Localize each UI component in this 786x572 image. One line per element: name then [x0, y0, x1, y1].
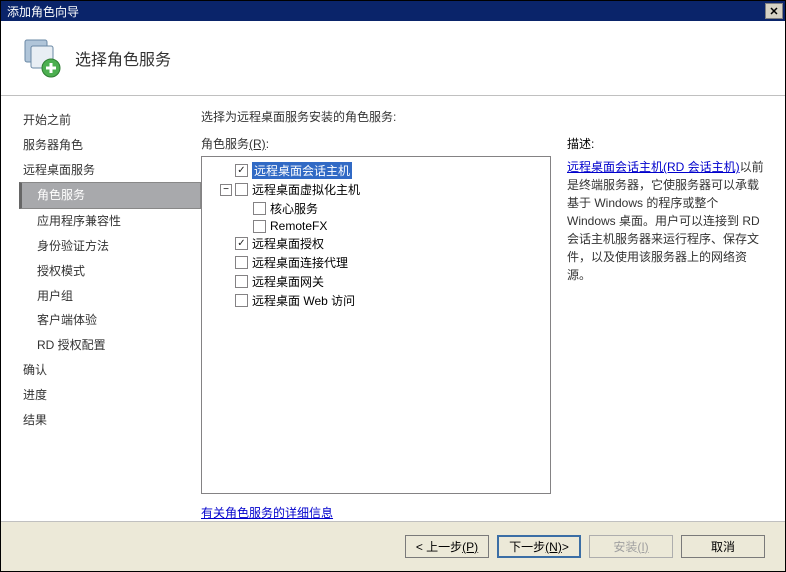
more-info-link-container: 有关角色服务的详细信息 — [201, 504, 551, 521]
titlebar: 添加角色向导 ✕ — [1, 1, 785, 21]
sidebar-item[interactable]: 用户组 — [19, 284, 201, 309]
sidebar-item[interactable]: 客户端体验 — [19, 308, 201, 333]
tree-row[interactable]: RemoteFX — [204, 218, 548, 234]
description-label: 描述: — [567, 135, 767, 152]
close-icon: ✕ — [769, 5, 778, 18]
previous-button[interactable]: < 上一步(P) — [405, 535, 489, 558]
tree-item-label: 远程桌面网关 — [252, 273, 324, 290]
wizard-icon — [19, 36, 63, 80]
sidebar: 开始之前服务器角色远程桌面服务角色服务应用程序兼容性身份验证方法授权模式用户组客… — [1, 96, 201, 521]
body: 开始之前服务器角色远程桌面服务角色服务应用程序兼容性身份验证方法授权模式用户组客… — [1, 96, 785, 521]
tree-checkbox[interactable] — [253, 202, 266, 215]
tree-row[interactable]: 远程桌面 Web 访问 — [204, 291, 548, 310]
tree-item-label: 远程桌面会话主机 — [252, 162, 352, 179]
description-link[interactable]: 远程桌面会话主机(RD 会话主机) — [567, 160, 740, 174]
tree-checkbox[interactable]: ✓ — [235, 164, 248, 177]
tree-row[interactable]: ✓ 远程桌面授权 — [204, 234, 548, 253]
page-title: 选择角色服务 — [75, 46, 171, 70]
tree-item-label: 远程桌面虚拟化主机 — [252, 181, 360, 198]
instruction-text: 选择为远程桌面服务安装的角色服务: — [201, 108, 767, 125]
sidebar-item[interactable]: 身份验证方法 — [19, 234, 201, 259]
tree-row[interactable]: 远程桌面连接代理 — [204, 253, 548, 272]
tree-row[interactable]: 远程桌面网关 — [204, 272, 548, 291]
next-button[interactable]: 下一步(N) > — [497, 535, 581, 558]
sidebar-item[interactable]: 角色服务 — [19, 182, 201, 209]
sidebar-item[interactable]: 确认 — [19, 358, 201, 383]
sidebar-item[interactable]: 开始之前 — [19, 108, 201, 133]
tree-row[interactable]: ✓ 远程桌面会话主机 — [204, 161, 548, 180]
wizard-window: 添加角色向导 ✕ 选择角色服务 开始之前服务器角色远程桌面服务角色服务应用程序兼… — [0, 0, 786, 572]
tree-checkbox[interactable] — [235, 256, 248, 269]
tree-toggle-icon[interactable]: − — [220, 184, 232, 196]
sidebar-item[interactable]: 授权模式 — [19, 259, 201, 284]
tree-item-label: 远程桌面授权 — [252, 235, 324, 252]
footer: < 上一步(P) 下一步(N) > 安装(I) 取消 — [1, 521, 785, 571]
tree-item-label: 远程桌面 Web 访问 — [252, 292, 355, 309]
tree-checkbox[interactable] — [235, 275, 248, 288]
tree-checkbox[interactable] — [253, 220, 266, 233]
tree-checkbox[interactable]: ✓ — [235, 237, 248, 250]
tree-checkbox[interactable] — [235, 183, 248, 196]
roles-column: 角色服务(R): ✓ 远程桌面会话主机 − 远程桌面虚拟化主机核心服务 RemoteFX… — [201, 135, 551, 521]
description-body: 以前是终端服务器，它使服务器可以承载基于 Windows 的程序或整个 Wind… — [567, 160, 764, 282]
tree-checkbox[interactable] — [235, 294, 248, 307]
window-title: 添加角色向导 — [7, 3, 765, 20]
roles-label: 角色服务(R): — [201, 135, 551, 152]
sidebar-item[interactable]: 远程桌面服务 — [19, 158, 201, 183]
tree-row[interactable]: − 远程桌面虚拟化主机 — [204, 180, 548, 199]
main-panel: 选择为远程桌面服务安装的角色服务: 角色服务(R): ✓ 远程桌面会话主机 − 远程桌… — [201, 96, 785, 521]
description-text: 远程桌面会话主机(RD 会话主机)以前是终端服务器，它使服务器可以承载基于 Wi… — [567, 158, 767, 284]
header: 选择角色服务 — [1, 21, 785, 96]
sidebar-item[interactable]: 结果 — [19, 408, 201, 433]
sidebar-item[interactable]: RD 授权配置 — [19, 333, 201, 358]
more-info-link[interactable]: 有关角色服务的详细信息 — [201, 506, 333, 520]
install-button: 安装(I) — [589, 535, 673, 558]
sidebar-item[interactable]: 进度 — [19, 383, 201, 408]
sidebar-item[interactable]: 服务器角色 — [19, 133, 201, 158]
sidebar-item[interactable]: 应用程序兼容性 — [19, 209, 201, 234]
tree-item-label: 核心服务 — [270, 200, 318, 217]
roles-tree[interactable]: ✓远程桌面会话主机−远程桌面虚拟化主机核心服务RemoteFX✓远程桌面授权远程… — [201, 156, 551, 494]
description-column: 描述: 远程桌面会话主机(RD 会话主机)以前是终端服务器，它使服务器可以承载基… — [567, 135, 767, 521]
tree-item-label: 远程桌面连接代理 — [252, 254, 348, 271]
content-columns: 角色服务(R): ✓ 远程桌面会话主机 − 远程桌面虚拟化主机核心服务 RemoteFX… — [201, 135, 767, 521]
tree-item-label: RemoteFX — [270, 219, 327, 233]
close-button[interactable]: ✕ — [765, 3, 783, 19]
cancel-button[interactable]: 取消 — [681, 535, 765, 558]
tree-row[interactable]: 核心服务 — [204, 199, 548, 218]
